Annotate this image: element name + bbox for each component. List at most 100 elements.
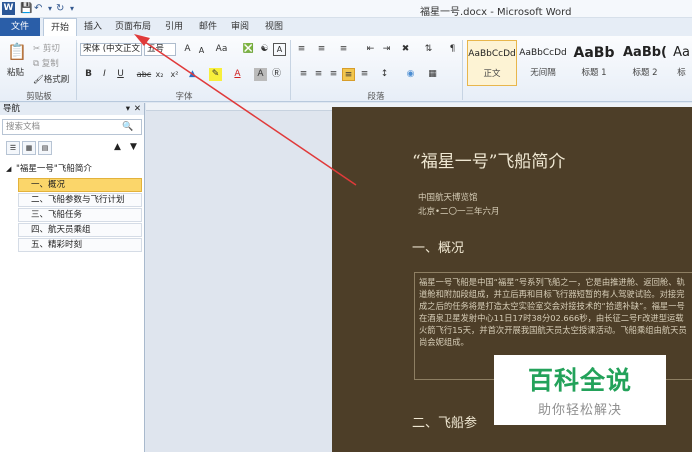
line-spacing-icon[interactable]: ↕ [378, 68, 391, 81]
pages-view-icon[interactable]: ▦ [22, 141, 36, 155]
superscript-button[interactable]: x² [168, 68, 181, 81]
watermark-subtitle: 助你轻松解决 [537, 403, 622, 418]
decrease-indent-icon[interactable]: ⇤ [364, 43, 377, 56]
bold-button[interactable]: B [82, 68, 95, 81]
brush-icon: 🖌 [33, 75, 44, 85]
strikethrough-button[interactable]: abc [136, 68, 152, 81]
divider [290, 40, 291, 100]
char-shading-icon[interactable]: A [254, 68, 267, 81]
close-icon[interactable]: ✕ [134, 103, 141, 115]
tab-view[interactable]: 视图 [260, 18, 288, 36]
clipboard-group-label: 剪贴板 [26, 92, 52, 102]
tab-review[interactable]: 审阅 [226, 18, 254, 36]
italic-button[interactable]: I [98, 68, 111, 81]
format-painter-button[interactable]: 🖌格式刷 [33, 73, 69, 85]
show-marks-icon[interactable]: ¶ [446, 43, 459, 56]
nav-root-label: "福星一号"飞船简介 [16, 164, 92, 174]
ribbon-home: 📋 粘贴 ✂ 剪切 ⧉ 复制 🖌格式刷 剪贴板 宋体 (中文正文 五号 A A … [0, 36, 692, 102]
align-center-icon[interactable]: ≡ [312, 68, 325, 81]
align-left-icon[interactable]: ≡ [297, 68, 310, 81]
font-name-select[interactable]: 宋体 (中文正文 [80, 43, 142, 56]
style-title[interactable]: Aa 标 [671, 40, 692, 86]
style-preview: AaBbCcDd [519, 48, 567, 58]
style-name: 标题 1 [581, 68, 607, 78]
collapse-icon[interactable]: ◢ [6, 163, 11, 176]
align-right-icon[interactable]: ≡ [327, 68, 340, 81]
search-icon[interactable]: 🔍 [122, 122, 133, 132]
nav-item-overview[interactable]: 一、概况 [18, 178, 142, 192]
nav-view-tabs: ☰ ▦ ▤ ▲ ▼ [2, 141, 142, 157]
copy-icon: ⧉ [33, 59, 42, 69]
format-painter-label: 格式刷 [43, 75, 70, 85]
paste-button[interactable]: 粘贴 [7, 66, 24, 78]
divider [76, 40, 77, 100]
style-preview: Aa [673, 45, 690, 60]
phonetic-icon[interactable]: ☯ [258, 43, 271, 56]
underline-button[interactable]: U [114, 68, 127, 81]
borders-icon[interactable]: ▦ [426, 68, 439, 81]
tab-file[interactable]: 文件 [0, 18, 40, 36]
watermark-title: 百科全说 [527, 366, 632, 395]
clear-format-icon[interactable]: ❎ [242, 43, 255, 56]
paste-icon[interactable]: 📋 [7, 42, 27, 61]
style-no-spacing[interactable]: AaBbCcDd 无间隔 [518, 40, 568, 86]
word-window: W 💾 ↶ ▾ ↻ ▾ 福星一号.docx - Microsoft Word 文… [0, 0, 692, 452]
bullets-icon[interactable]: ≡ [295, 43, 308, 56]
results-view-icon[interactable]: ▤ [38, 141, 52, 155]
font-color-button[interactable]: A [231, 68, 244, 81]
doc-meta-date: 北京•二〇一三年六月 [418, 207, 500, 217]
watermark-logo: 百科全说 助你轻松解决 [494, 355, 666, 425]
style-name: 标题 2 [632, 68, 658, 78]
down-arrow-icon[interactable]: ▼ [130, 142, 137, 152]
distributed-icon[interactable]: ≡ [358, 68, 371, 81]
tab-insert[interactable]: 插入 [80, 18, 106, 36]
font-size-select[interactable]: 五号 [144, 43, 176, 56]
tab-page-layout[interactable]: 页面布局 [110, 18, 156, 36]
pane-menu-icon[interactable]: ▾ [126, 103, 130, 115]
tab-home[interactable]: 开始 [43, 18, 77, 37]
multilevel-list-icon[interactable]: ≡ [337, 43, 350, 56]
increase-indent-icon[interactable]: ⇥ [380, 43, 393, 56]
nav-item-crew[interactable]: 四、航天员乘组 [18, 223, 142, 237]
nav-search-input[interactable]: 搜索文档 [2, 119, 142, 135]
cut-label: 剪切 [42, 44, 60, 54]
text-effects-icon[interactable]: ▲ [186, 68, 199, 81]
subscript-button[interactable]: x₂ [153, 68, 166, 81]
doc-title: “福星一号”飞船简介 [412, 152, 566, 172]
copy-button[interactable]: ⧉ 复制 [33, 57, 59, 69]
font-group-label: 字体 [175, 92, 193, 102]
chinese-layout-icon[interactable]: ✖ [399, 43, 412, 56]
sort-icon[interactable]: ⇅ [422, 43, 435, 56]
style-normal[interactable]: AaBbCcDd 正文 [467, 40, 517, 86]
grow-font-button[interactable]: A [181, 43, 194, 56]
justify-icon[interactable]: ≡ [342, 68, 355, 81]
change-case-button[interactable]: Aa [213, 43, 230, 56]
tab-mailings[interactable]: 邮件 [194, 18, 222, 36]
shading-icon[interactable]: ◉ [404, 68, 417, 81]
headings-view-icon[interactable]: ☰ [6, 141, 20, 155]
cut-icon: ✂ [33, 44, 43, 54]
shrink-font-button[interactable]: A [195, 44, 208, 57]
char-border-icon[interactable]: A [273, 43, 286, 56]
numbering-icon[interactable]: ≡ [315, 43, 328, 56]
style-preview: AaBb( [623, 45, 667, 60]
nav-root-heading[interactable]: ◢ "福星一号"飞船简介 [4, 163, 142, 177]
nav-item-moments[interactable]: 五、精彩时刻 [18, 238, 142, 252]
style-heading-1[interactable]: AaBb 标题 1 [569, 40, 619, 86]
enclose-char-icon[interactable]: Ⓡ [270, 68, 283, 81]
style-name: 标 [677, 68, 686, 78]
doc-heading-2: 二、飞船参 [412, 416, 478, 431]
tab-references[interactable]: 引用 [160, 18, 188, 36]
doc-heading-1: 一、概况 [412, 241, 465, 256]
up-arrow-icon[interactable]: ▲ [114, 142, 121, 152]
highlight-icon[interactable]: ✎ [209, 68, 222, 81]
style-heading-2[interactable]: AaBb( 标题 2 [620, 40, 670, 86]
nav-item-missions[interactable]: 三、飞船任务 [18, 208, 142, 222]
nav-title: 导航 [3, 104, 21, 114]
copy-label: 复制 [41, 59, 59, 69]
nav-heading-tree: ◢ "福星一号"飞船简介 一、概况 二、飞船参数与飞行计划 三、飞船任务 四、航… [4, 163, 142, 253]
title-bar: W 💾 ↶ ▾ ↻ ▾ 福星一号.docx - Microsoft Word [0, 0, 692, 18]
cut-button[interactable]: ✂ 剪切 [33, 42, 60, 54]
style-preview: AaBb [573, 45, 615, 61]
nav-item-params[interactable]: 二、飞船参数与飞行计划 [18, 193, 142, 207]
